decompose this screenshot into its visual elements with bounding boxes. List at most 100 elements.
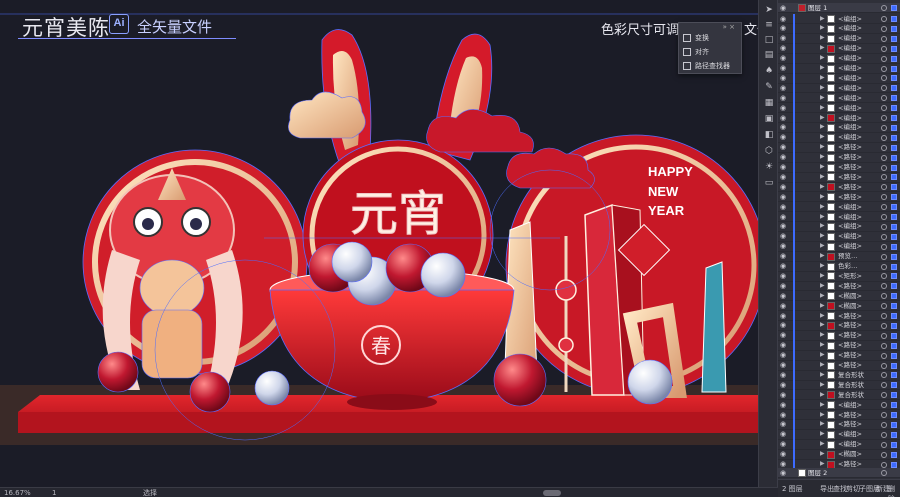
eye-icon[interactable]: ◉ (780, 83, 786, 93)
selection-indicator[interactable] (891, 402, 897, 409)
target-icon[interactable] (881, 214, 887, 220)
eye-icon[interactable]: ◉ (780, 23, 786, 33)
layers-icon[interactable]: ≡ (763, 20, 775, 30)
eye-icon[interactable]: ◉ (780, 182, 786, 192)
chevron-right-icon[interactable]: ▶ (820, 360, 825, 370)
target-icon[interactable] (881, 243, 887, 250)
target-icon[interactable] (881, 35, 887, 42)
search-icon[interactable]: 查找 (833, 484, 847, 494)
target-icon[interactable] (881, 332, 887, 339)
chevron-right-icon[interactable]: ▶ (820, 73, 825, 83)
chevron-right-icon[interactable]: ▶ (820, 23, 825, 33)
chevron-right-icon[interactable]: ▶ (820, 152, 825, 162)
eye-icon[interactable]: ◉ (780, 439, 786, 449)
target-icon[interactable] (881, 55, 887, 62)
target-icon[interactable] (881, 441, 887, 448)
eye-icon[interactable]: ◉ (780, 360, 786, 370)
layers-panel[interactable]: ◉ 图层 1 ◉ ▶ <编组> ◉ ▶ <编组> ◉ ▶ <编组> ◉ ▶ <编组> ◉ ▶ <编组> ◉ ▶ <… (778, 0, 900, 487)
transform-flyout-panel[interactable]: » × 变换 对齐 路径查找器 (678, 22, 742, 74)
artboard-number[interactable]: 1 (52, 488, 56, 497)
chevron-right-icon[interactable]: ▶ (820, 320, 825, 330)
selection-indicator[interactable] (891, 204, 897, 211)
menu-item-align[interactable]: 对齐 (683, 46, 709, 58)
selection-indicator[interactable] (891, 431, 897, 438)
chevron-right-icon[interactable]: ▶ (820, 14, 825, 24)
selection-indicator[interactable] (891, 332, 897, 339)
chevron-right-icon[interactable]: ▶ (820, 410, 825, 420)
target-icon[interactable] (881, 362, 887, 369)
chevron-right-icon[interactable]: ▶ (820, 113, 825, 123)
eye-icon[interactable]: ◉ (780, 380, 786, 390)
selection-indicator[interactable] (891, 134, 897, 141)
selection-indicator[interactable] (891, 243, 897, 250)
target-icon[interactable] (881, 45, 887, 52)
selection-indicator[interactable] (891, 303, 897, 310)
chevron-right-icon[interactable]: ▶ (820, 291, 825, 301)
chevron-right-icon[interactable]: ▶ (820, 221, 825, 231)
selection-indicator[interactable] (891, 95, 897, 102)
eye-icon[interactable]: ◉ (780, 449, 786, 459)
eye-icon[interactable]: ◉ (780, 33, 786, 43)
selection-indicator[interactable] (891, 441, 897, 448)
menu-item-transform[interactable]: 变换 (683, 32, 709, 44)
chevron-right-icon[interactable]: ▶ (820, 350, 825, 360)
target-icon[interactable] (881, 75, 887, 82)
eye-icon[interactable]: ◉ (780, 410, 786, 420)
arrow-icon[interactable]: ➤ (763, 5, 775, 15)
lantern-festival-artwork[interactable]: 元宵 HAPPY NEW YEAR 春 (0, 0, 778, 487)
chevron-right-icon[interactable]: ▶ (820, 419, 825, 429)
selection-indicator[interactable] (891, 184, 897, 191)
eye-icon[interactable]: ◉ (780, 251, 786, 261)
eye-icon[interactable]: ◉ (780, 132, 786, 142)
eye-icon[interactable]: ◉ (780, 221, 786, 231)
eye-icon[interactable]: ◉ (780, 192, 786, 202)
eye-icon[interactable]: ◉ (780, 202, 786, 212)
selection-indicator[interactable] (891, 372, 897, 379)
selection-indicator[interactable] (891, 115, 897, 121)
target-icon[interactable] (881, 392, 887, 399)
eye-icon[interactable]: ◉ (780, 14, 786, 24)
trash-icon[interactable]: 删除 (888, 484, 900, 497)
eye-icon[interactable]: ◉ (780, 103, 786, 113)
eye-icon[interactable]: ◉ (780, 53, 786, 63)
chevron-right-icon[interactable]: ▶ (820, 162, 825, 172)
chevron-right-icon[interactable]: ▶ (820, 93, 825, 103)
chevron-right-icon[interactable]: ▶ (820, 192, 825, 202)
chevron-right-icon[interactable]: ▶ (820, 142, 825, 152)
eye-icon[interactable]: ◉ (780, 370, 786, 380)
chevron-right-icon[interactable]: ▶ (820, 33, 825, 43)
target-icon[interactable] (881, 263, 887, 270)
eye-icon[interactable]: ◉ (780, 73, 786, 83)
chevron-right-icon[interactable]: ▶ (820, 380, 825, 390)
eye-icon[interactable]: ◉ (780, 142, 786, 152)
swatch-icon[interactable]: ▦ (763, 98, 775, 108)
chevron-right-icon[interactable]: ▶ (820, 83, 825, 93)
grid-icon[interactable]: ▣ (763, 114, 775, 124)
selection-indicator[interactable] (891, 124, 897, 131)
selection-indicator[interactable] (891, 322, 897, 329)
selection-indicator[interactable] (891, 461, 897, 468)
selection-indicator[interactable] (891, 164, 897, 171)
selection-indicator[interactable] (891, 5, 897, 11)
chevron-right-icon[interactable]: ▶ (820, 43, 825, 53)
eye-icon[interactable]: ◉ (780, 43, 786, 53)
target-icon[interactable] (881, 322, 887, 329)
chevron-right-icon[interactable]: ▶ (820, 63, 825, 73)
chevron-right-icon[interactable]: ▶ (820, 103, 825, 113)
target-icon[interactable] (881, 253, 887, 260)
target-icon[interactable] (881, 144, 887, 151)
eye-icon[interactable]: ◉ (780, 390, 786, 400)
zoom-level[interactable]: 16.67% (4, 488, 31, 497)
spade-icon[interactable]: ♠ (763, 66, 775, 76)
eye-icon[interactable]: ◉ (780, 113, 786, 123)
target-icon[interactable] (881, 461, 887, 468)
selection-indicator[interactable] (891, 75, 897, 82)
chevron-right-icon[interactable]: ▶ (820, 390, 825, 400)
target-icon[interactable] (881, 134, 887, 141)
target-icon[interactable] (881, 5, 887, 11)
selection-indicator[interactable] (891, 313, 897, 319)
eye-icon[interactable]: ◉ (780, 122, 786, 132)
target-icon[interactable] (881, 382, 887, 389)
chevron-right-icon[interactable]: ▶ (820, 261, 825, 271)
selection-indicator[interactable] (891, 194, 897, 201)
